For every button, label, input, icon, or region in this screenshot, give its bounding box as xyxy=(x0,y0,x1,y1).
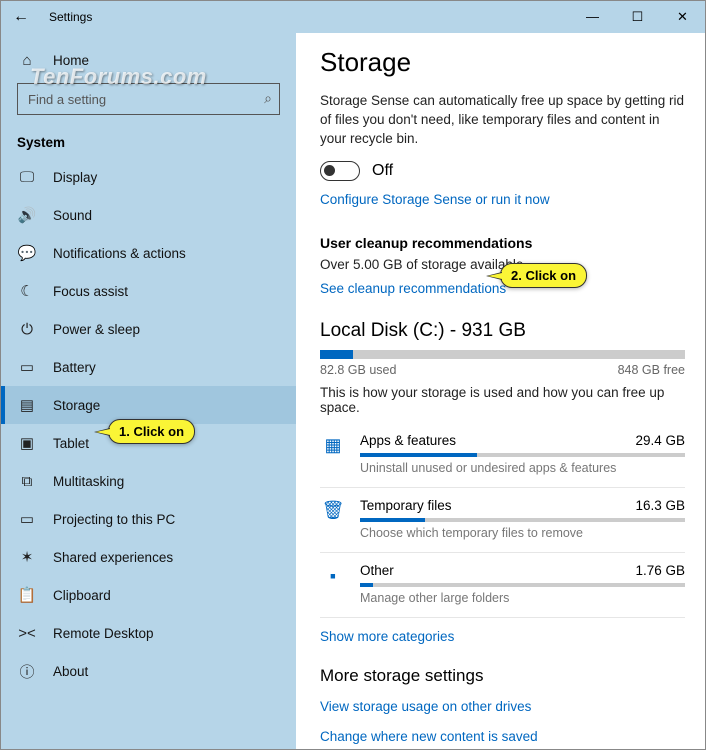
display-icon: 🖵 xyxy=(17,167,37,187)
clipboard-icon: 📋 xyxy=(17,585,37,605)
cleanup-heading: User cleanup recommendations xyxy=(320,235,685,251)
power-icon: ⏻ xyxy=(17,319,37,339)
sidebar-item-clipboard[interactable]: 📋Clipboard xyxy=(1,576,296,614)
storage-sense-toggle[interactable] xyxy=(320,161,360,181)
disk-usage-bar xyxy=(320,350,685,359)
window-title: Settings xyxy=(41,10,570,24)
category-apps-features[interactable]: ▦ Apps & features29.4 GB Uninstall unuse… xyxy=(320,423,685,488)
disk-desc: This is how your storage is used and how… xyxy=(320,385,685,415)
notifications-icon: 💬 xyxy=(17,243,37,263)
main-panel: Storage Storage Sense can automatically … xyxy=(296,33,705,749)
sidebar-item-sound[interactable]: 🔊Sound xyxy=(1,196,296,234)
sidebar-item-power-sleep[interactable]: ⏻Power & sleep xyxy=(1,310,296,348)
sidebar-item-display[interactable]: 🖵Display xyxy=(1,158,296,196)
sidebar-item-battery[interactable]: ▭Battery xyxy=(1,348,296,386)
multitasking-icon: ⧉ xyxy=(17,471,37,491)
titlebar: ← Settings — ☐ ✕ xyxy=(1,1,705,33)
shared-icon: ✶ xyxy=(17,547,37,567)
search-icon: ⌕ xyxy=(264,90,272,107)
sidebar-item-projecting[interactable]: ▭Projecting to this PC xyxy=(1,500,296,538)
sidebar-heading: System xyxy=(1,125,296,158)
projecting-icon: ▭ xyxy=(17,509,37,529)
about-icon: ⓘ xyxy=(17,661,37,681)
watermark: TenForums.com xyxy=(30,64,207,90)
disk-title: Local Disk (C:) - 931 GB xyxy=(320,320,685,342)
battery-icon: ▭ xyxy=(17,357,37,377)
sidebar-item-shared-experiences[interactable]: ✶Shared experiences xyxy=(1,538,296,576)
sidebar: ⌂ Home ⌕ System 🖵Display 🔊Sound 💬Notific… xyxy=(1,33,296,749)
disk-used-label: 82.8 GB used xyxy=(320,363,396,377)
trash-icon: 🗑 xyxy=(320,498,346,524)
remote-desktop-icon: >< xyxy=(17,623,37,643)
sound-icon: 🔊 xyxy=(17,205,37,225)
page-title: Storage xyxy=(320,47,685,78)
storage-sense-toggle-label: Off xyxy=(372,162,393,180)
cleanup-recommendations-link[interactable]: See cleanup recommendations xyxy=(320,281,506,296)
sidebar-item-notifications[interactable]: 💬Notifications & actions xyxy=(1,234,296,272)
callout-2: 2. Click on xyxy=(500,263,587,288)
view-other-drives-link[interactable]: View storage usage on other drives xyxy=(320,699,531,714)
close-button[interactable]: ✕ xyxy=(660,1,705,33)
sidebar-item-remote-desktop[interactable]: ><Remote Desktop xyxy=(1,614,296,652)
folder-icon: 🞍 xyxy=(320,563,346,589)
sidebar-item-focus-assist[interactable]: ☾Focus assist xyxy=(1,272,296,310)
back-button[interactable]: ← xyxy=(1,8,41,26)
configure-storage-sense-link[interactable]: Configure Storage Sense or run it now xyxy=(320,192,550,207)
show-more-categories-link[interactable]: Show more categories xyxy=(320,629,454,644)
category-other[interactable]: 🞍 Other1.76 GB Manage other large folder… xyxy=(320,553,685,618)
minimize-button[interactable]: — xyxy=(570,1,615,33)
apps-icon: ▦ xyxy=(320,433,346,459)
category-temporary-files[interactable]: 🗑 Temporary files16.3 GB Choose which te… xyxy=(320,488,685,553)
storage-icon: ▤ xyxy=(17,395,37,415)
tablet-icon: ▣ xyxy=(17,433,37,453)
storage-sense-desc: Storage Sense can automatically free up … xyxy=(320,92,685,149)
sidebar-item-about[interactable]: ⓘAbout xyxy=(1,652,296,690)
disk-free-label: 848 GB free xyxy=(618,363,685,377)
change-save-location-link[interactable]: Change where new content is saved xyxy=(320,729,538,744)
sidebar-item-multitasking[interactable]: ⧉Multitasking xyxy=(1,462,296,500)
callout-1: 1. Click on xyxy=(108,419,195,444)
maximize-button[interactable]: ☐ xyxy=(615,1,660,33)
more-storage-heading: More storage settings xyxy=(320,666,685,686)
focus-assist-icon: ☾ xyxy=(17,281,37,301)
